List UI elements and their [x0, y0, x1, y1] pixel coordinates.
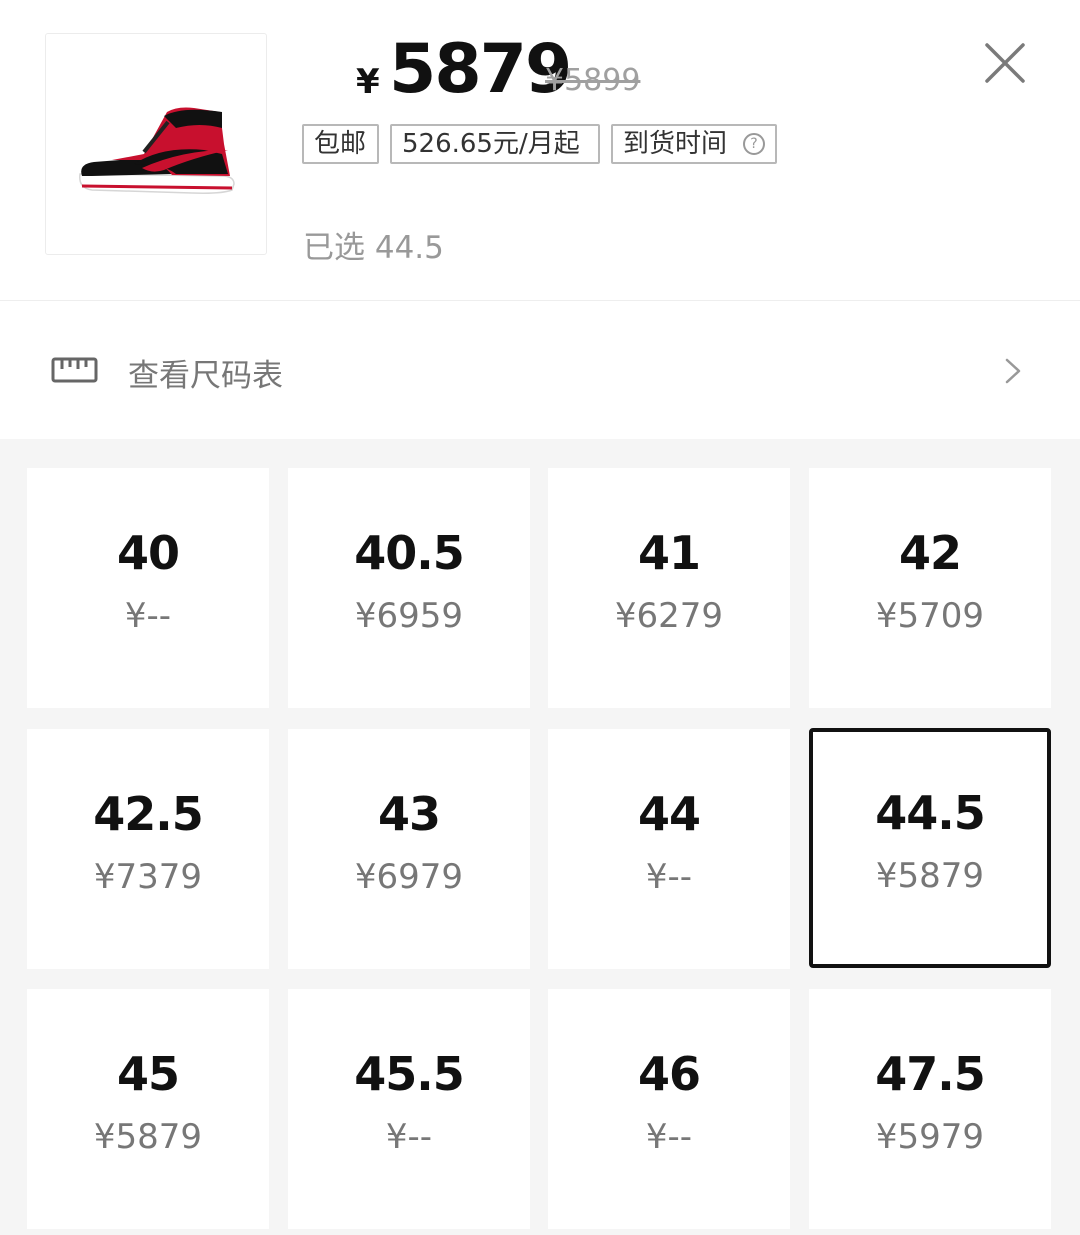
current-price: 5879	[389, 30, 572, 109]
arrival-time-tag[interactable]: 到货时间?	[611, 124, 777, 164]
size-price: ¥5879	[93, 1117, 203, 1157]
size-option[interactable]: 45.5 ¥--	[288, 989, 530, 1229]
size-price: ¥--	[124, 596, 172, 636]
size-option[interactable]: 45 ¥5879	[27, 989, 269, 1229]
size-option-selected[interactable]: 44.5 ¥5879	[809, 728, 1051, 968]
installment-tag: 526.65元/月起	[390, 124, 600, 164]
tag-label: 526.65元/月起	[402, 129, 580, 159]
size-label: 47.5	[875, 1047, 986, 1101]
size-option[interactable]: 40.5 ¥6959	[288, 468, 530, 708]
size-price: ¥--	[645, 1117, 693, 1157]
size-label: 45.5	[354, 1047, 465, 1101]
size-label: 40	[116, 526, 180, 580]
size-label: 41	[637, 526, 701, 580]
currency-symbol: ¥	[356, 62, 380, 102]
tag-label: 包邮	[314, 129, 367, 159]
size-price: ¥5879	[875, 856, 985, 896]
original-price: ¥5899	[545, 63, 641, 98]
size-label: 42	[898, 526, 962, 580]
size-chart-label: 查看尺码表	[128, 358, 283, 394]
size-price: ¥6959	[354, 596, 464, 636]
chevron-right-icon	[1005, 358, 1021, 384]
size-label: 43	[377, 787, 441, 841]
product-header: ¥ 5879 ¥5899 包邮 526.65元/月起 到货时间? 已选 44.5	[0, 0, 1080, 300]
size-label: 42.5	[93, 787, 204, 841]
size-price: ¥5979	[875, 1117, 985, 1157]
size-price: ¥6979	[354, 857, 464, 897]
size-label: 44.5	[875, 786, 986, 840]
size-option[interactable]: 46 ¥--	[548, 989, 790, 1229]
size-label: 45	[116, 1047, 180, 1101]
size-option[interactable]: 41 ¥6279	[548, 468, 790, 708]
size-price: ¥6279	[614, 596, 724, 636]
size-label: 46	[637, 1047, 701, 1101]
size-option[interactable]: 42 ¥5709	[809, 468, 1051, 708]
size-option[interactable]: 47.5 ¥5979	[809, 989, 1051, 1229]
close-icon[interactable]	[984, 42, 1026, 84]
size-label: 40.5	[354, 526, 465, 580]
size-option[interactable]: 40 ¥--	[27, 468, 269, 708]
size-price: ¥7379	[93, 857, 203, 897]
ruler-icon	[51, 357, 98, 383]
tag-label: 到货时间	[623, 129, 728, 159]
size-option[interactable]: 43 ¥6979	[288, 729, 530, 969]
sneaker-image	[79, 107, 235, 194]
product-thumbnail	[45, 33, 267, 255]
size-label: 44	[637, 787, 701, 841]
size-price: ¥--	[385, 1117, 433, 1157]
help-icon[interactable]: ?	[743, 133, 765, 155]
size-picker-sheet: ¥ 5879 ¥5899 包邮 526.65元/月起 到货时间? 已选 44.5…	[0, 0, 1080, 1235]
size-price: ¥--	[645, 857, 693, 897]
free-shipping-tag: 包邮	[302, 124, 379, 164]
selected-size-text: 已选 44.5	[303, 230, 444, 266]
size-option[interactable]: 42.5 ¥7379	[27, 729, 269, 969]
size-price: ¥5709	[875, 596, 985, 636]
size-option[interactable]: 44 ¥--	[548, 729, 790, 969]
size-chart-row[interactable]: 查看尺码表	[0, 301, 1080, 439]
